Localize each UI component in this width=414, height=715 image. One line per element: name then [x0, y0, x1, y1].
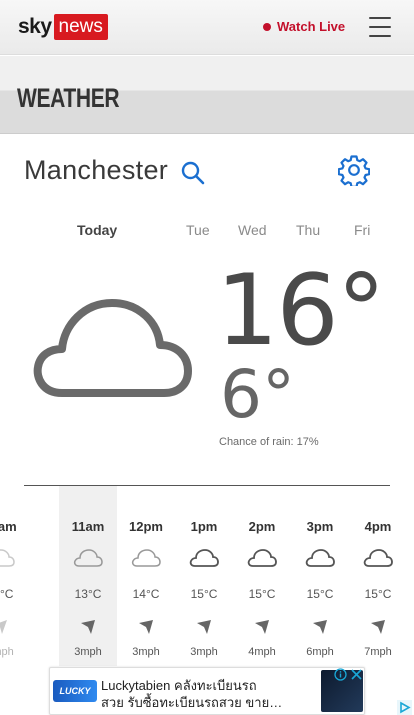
hour-temp: 15°C — [364, 587, 392, 601]
watch-live-label: Watch Live — [277, 19, 346, 34]
cloud-icon — [305, 549, 335, 567]
ad-info-icon[interactable] — [334, 668, 347, 681]
tab-fri[interactable]: Fri — [354, 222, 370, 238]
temp-high: 16° — [216, 254, 386, 368]
hour-wind: 7mph — [364, 646, 392, 658]
hamburger-menu-icon[interactable] — [369, 17, 391, 37]
tab-thu[interactable]: Thu — [296, 222, 320, 238]
hour-column-10am[interactable]: 10am 12°C 3mph — [0, 486, 29, 666]
wind-direction-icon — [371, 620, 385, 634]
tab-tue[interactable]: Tue — [186, 222, 210, 238]
hour-temp: 12°C — [0, 587, 14, 601]
section-banner: WEATHER — [0, 56, 414, 134]
hour-wind: 6mph — [306, 646, 334, 658]
hour-temp: 15°C — [248, 587, 276, 601]
page-title: WEATHER — [17, 83, 120, 113]
hour-time: 2pm — [248, 519, 276, 534]
tab-wed[interactable]: Wed — [238, 222, 267, 238]
hour-temp: 15°C — [190, 587, 218, 601]
wind-direction-icon — [81, 620, 95, 634]
sky-news-logo[interactable]: sky news — [18, 14, 108, 40]
hour-time: 1pm — [190, 519, 218, 534]
tab-today[interactable]: Today — [77, 222, 117, 238]
hour-time: 4pm — [364, 519, 392, 534]
cloud-light-icon — [131, 549, 161, 567]
wind-direction-icon — [313, 620, 327, 634]
watch-live-link[interactable]: Watch Live — [263, 19, 345, 34]
hour-column-11am[interactable]: 11am 13°C 3mph — [59, 486, 117, 666]
search-icon[interactable] — [180, 160, 206, 186]
ad-brand-logo: LUCKY — [53, 680, 97, 702]
live-dot-icon — [263, 22, 271, 31]
hour-wind: 3mph — [74, 646, 102, 658]
cloud-icon — [189, 549, 219, 567]
hourly-forecast[interactable]: 10am 12°C 3mph 11am 13°C 3mph 12pm 14°C … — [0, 486, 414, 666]
hour-time: 10am — [0, 519, 17, 534]
logo-news-text: news — [53, 14, 108, 40]
hour-temp: 13°C — [74, 587, 102, 601]
hour-wind: 3mph — [0, 646, 14, 658]
adchoices-icon[interactable] — [397, 700, 412, 715]
hour-time: 3pm — [306, 519, 334, 534]
hour-column-4pm[interactable]: 4pm 15°C 7mph — [349, 486, 407, 666]
hour-time: 11am — [71, 519, 105, 534]
wind-direction-icon — [0, 620, 7, 634]
day-tabs: Today Tue Wed Thu Fri — [0, 222, 414, 242]
cloud-icon — [33, 299, 192, 397]
hour-wind: 3mph — [132, 646, 160, 658]
cloud-light-icon — [73, 549, 103, 567]
temp-low: 6° — [220, 356, 295, 433]
hour-column-2pm[interactable]: 2pm 15°C 4mph — [233, 486, 291, 666]
wind-direction-icon — [139, 620, 153, 634]
hour-column-3pm[interactable]: 3pm 15°C 6mph — [291, 486, 349, 666]
wind-direction-icon — [197, 620, 211, 634]
hour-column-1pm[interactable]: 1pm 15°C 3mph — [175, 486, 233, 666]
gear-icon[interactable] — [338, 154, 370, 186]
advertisement-banner[interactable]: LUCKY Luckytabien คลังทะเบียนรถ สวย รับซ… — [49, 667, 365, 715]
ad-close-icon[interactable] — [350, 668, 363, 681]
ad-text-line2: สวย รับซื้อทะเบียนรถสวย ขาย… — [101, 695, 283, 710]
hour-wind: 3mph — [190, 646, 218, 658]
chance-of-rain: Chance of rain: 17% — [219, 436, 319, 448]
hour-wind: 4mph — [248, 646, 276, 658]
hour-temp: 14°C — [132, 587, 160, 601]
ad-controls — [334, 668, 364, 682]
cloud-light-icon — [0, 549, 15, 567]
hour-time: 12pm — [129, 519, 163, 534]
hour-temp: 15°C — [306, 587, 334, 601]
top-bar: sky news Watch Live — [0, 0, 414, 55]
cloud-icon — [247, 549, 277, 567]
wind-direction-icon — [255, 620, 269, 634]
location-name: Manchester — [24, 155, 169, 185]
logo-sky-text: sky — [18, 15, 52, 38]
cloud-icon — [363, 549, 393, 567]
hour-column-12pm[interactable]: 12pm 14°C 3mph — [117, 486, 175, 666]
